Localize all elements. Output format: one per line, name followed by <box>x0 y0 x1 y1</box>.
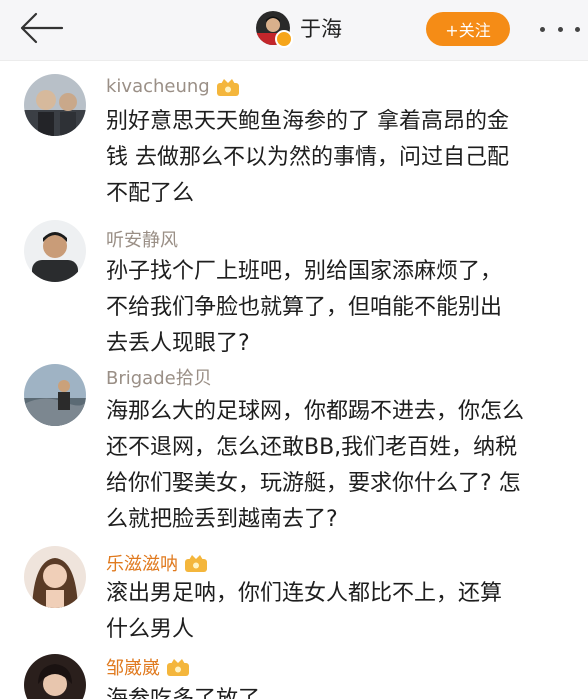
avatar[interactable] <box>24 546 86 608</box>
comment-item: 听安静风 孙子找个厂上班吧，别给国家添麻烦了， 不给我们争脸也就算了，但咱能不能… <box>0 214 588 356</box>
comment-username[interactable]: kivacheung <box>106 76 240 97</box>
avatar[interactable] <box>24 74 86 136</box>
username-text: 乐滋滋呐 <box>106 554 178 575</box>
vip-crown-icon <box>167 659 189 676</box>
back-button[interactable] <box>16 8 68 48</box>
avatar-image <box>24 364 86 426</box>
profile-header[interactable]: 于海 <box>256 8 342 48</box>
comment-text: 滚出男足呐，你们连女人都比不上，还算 什么男人 <box>106 581 503 642</box>
comment-item: Brigade拾贝 海那么大的足球网，你都踢不进去，你怎么 还不退网，怎么还敢B… <box>0 362 588 542</box>
verified-badge-icon <box>275 30 293 48</box>
comment-text: 海参吃多了放了 <box>106 682 582 699</box>
avatar-image <box>24 654 86 699</box>
more-options-icon[interactable] <box>540 12 580 46</box>
comment-text: 孙子找个厂上班吧，别给国家添麻烦了， 不给我们争脸也就算了，但咱能不能别出 去丢… <box>106 259 503 356</box>
username-text: 听安静风 <box>106 230 178 251</box>
avatar-image <box>24 220 86 282</box>
avatar[interactable] <box>24 220 86 282</box>
vip-crown-icon <box>216 78 239 96</box>
comment-text: 海那么大的足球网，你都踢不进去，你怎么 还不退网，怎么还敢BB,我们老百姓，纳税… <box>106 399 525 532</box>
comment-username[interactable]: Brigade拾贝 <box>106 364 212 390</box>
username-text: 邹崴崴 <box>106 658 160 679</box>
comment-text: 别好意思天天鲍鱼海参的了 拿着高昂的金 钱 去做那么不以为然的事情，问过自己配 … <box>106 109 509 206</box>
username-text: Brigade拾贝 <box>106 368 212 389</box>
profile-name: 于海 <box>300 17 342 41</box>
comment-item: 乐滋滋呐 滚出男足呐，你们连女人都比不上，还算 什么男人 <box>0 542 588 652</box>
comment-username[interactable]: 乐滋滋呐 <box>106 550 208 576</box>
comment-username[interactable]: 邹崴崴 <box>106 654 190 680</box>
vip-crown-icon <box>185 555 207 572</box>
top-bar: 于海 +关注 <box>0 0 588 61</box>
comment-item: kivacheung 别好意思天天鲍鱼海参的了 拿着高昂的金 钱 去做那么不以为… <box>0 68 588 208</box>
comment-item: 邹崴崴 海参吃多了放了 <box>0 652 588 699</box>
avatar[interactable] <box>256 11 293 48</box>
comment-username[interactable]: 听安静风 <box>106 226 178 252</box>
avatar[interactable] <box>24 654 86 699</box>
avatar[interactable] <box>24 364 86 426</box>
avatar-image <box>24 546 86 608</box>
follow-button[interactable]: +关注 <box>426 12 510 46</box>
back-arrow-icon <box>20 12 64 44</box>
avatar-image <box>24 74 86 136</box>
username-text: kivacheung <box>106 76 210 97</box>
